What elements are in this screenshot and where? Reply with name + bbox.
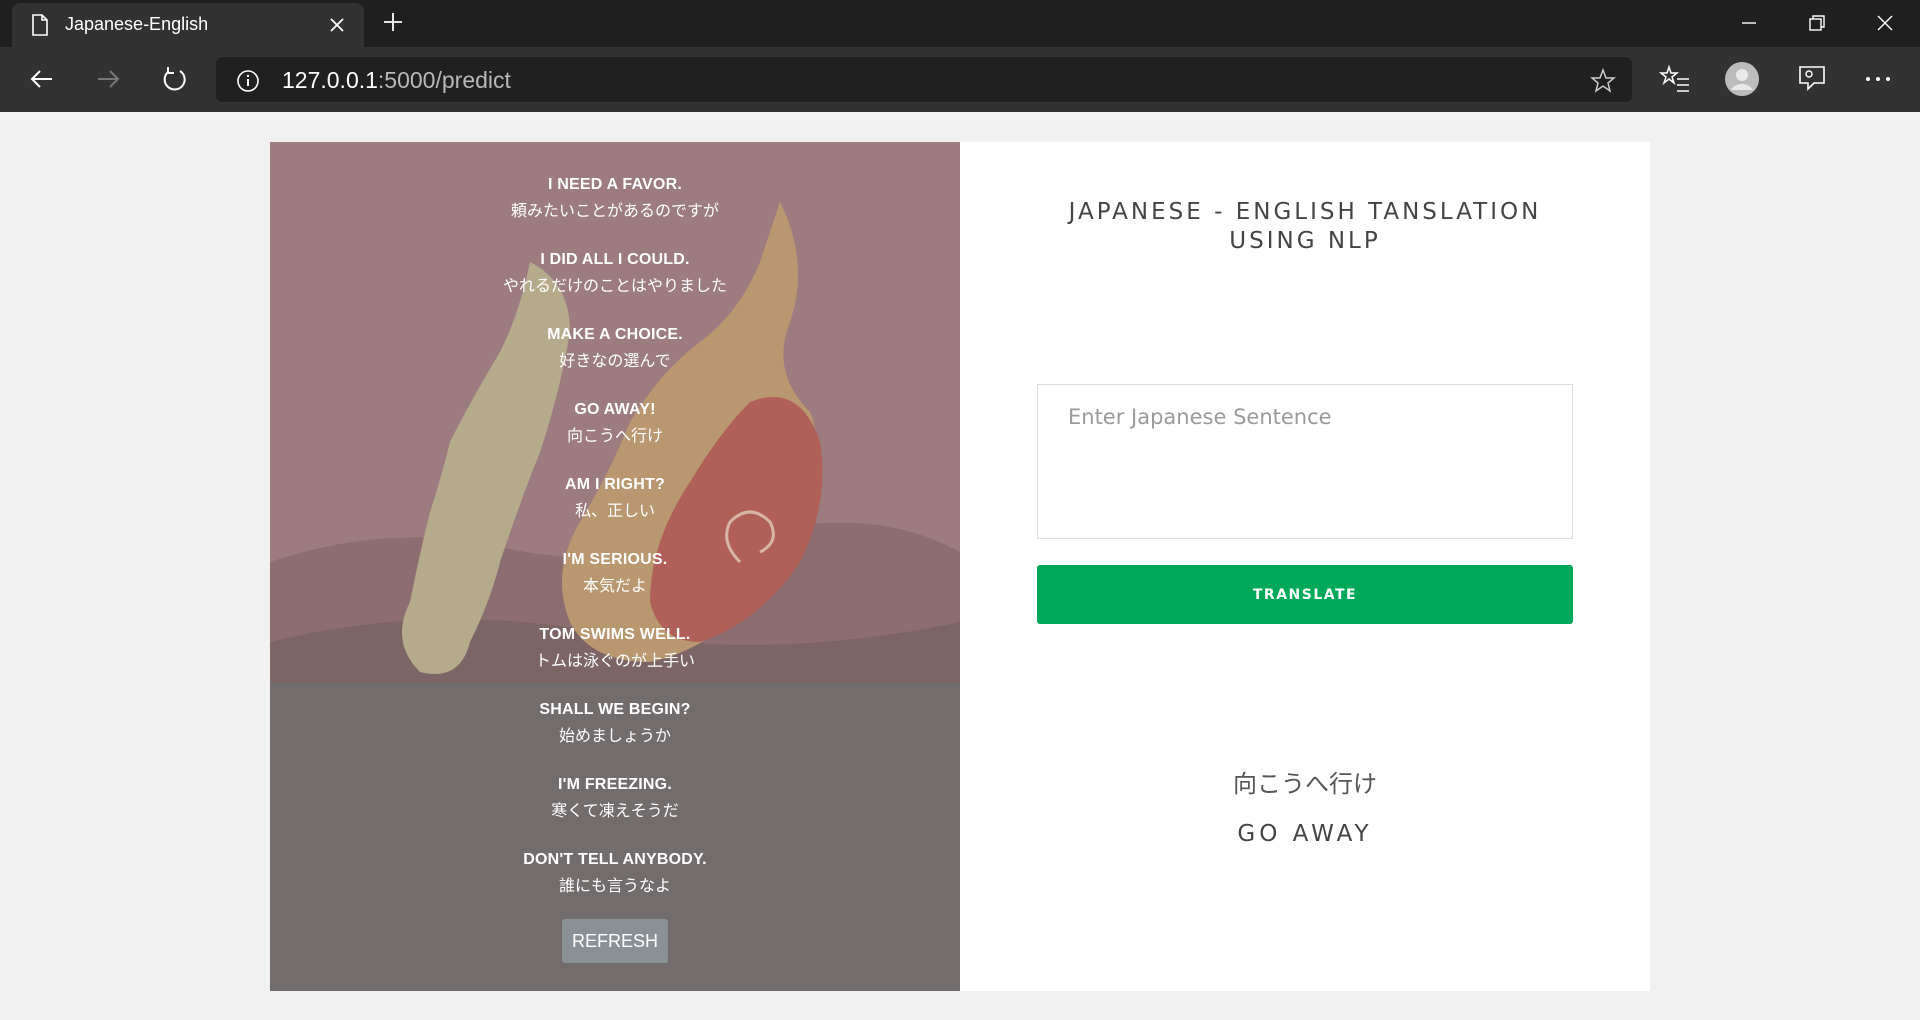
phrase-japanese: 始めましょうか	[558, 726, 671, 745]
list-item: SHALL WE BEGIN? 始めましょうか	[270, 697, 960, 772]
list-item: MAKE A CHOICE. 好きなの選んで	[270, 322, 960, 397]
list-item: GO AWAY! 向こうへ行け	[270, 397, 960, 472]
list-item: DON'T TELL ANYBODY. 誰にも言うなよ	[270, 847, 960, 922]
translate-button[interactable]: TRANSLATE	[1037, 565, 1573, 624]
more-options-icon[interactable]	[1860, 61, 1896, 97]
browser-tab[interactable]: Japanese-English	[12, 3, 364, 47]
japanese-sentence-input[interactable]	[1037, 384, 1573, 539]
translator-panel: JAPANESE - ENGLISH TANSLATION USING NLP …	[960, 142, 1650, 991]
list-item: AM I RIGHT? 私、正しい	[270, 472, 960, 547]
phrase-japanese: 私、正しい	[574, 501, 655, 520]
phrase-english: SHALL WE BEGIN?	[539, 701, 691, 718]
restore-icon[interactable]	[1802, 8, 1832, 38]
url-text[interactable]: 127.0.0.1:5000/predict	[282, 67, 511, 94]
refresh-button[interactable]: REFRESH	[562, 919, 668, 963]
tab-title: Japanese-English	[65, 14, 209, 34]
url-host: 127.0.0.1	[282, 67, 378, 93]
phrase-japanese: やれるだけのことはやりました	[502, 276, 727, 295]
address-bar[interactable]: 127.0.0.1:5000/predict	[216, 57, 1632, 102]
refresh-icon[interactable]	[158, 63, 190, 95]
browser-titlebar: Japanese-English	[0, 0, 1920, 47]
back-icon[interactable]	[26, 63, 58, 95]
close-window-icon[interactable]	[1870, 8, 1900, 38]
list-item: I'M FREEZING. 寒くて凍えそうだ	[270, 772, 960, 847]
minimize-icon[interactable]	[1734, 8, 1764, 38]
page-title-line-2: USING NLP	[1229, 228, 1381, 254]
phrase-english: MAKE A CHOICE.	[547, 326, 683, 343]
phrase-japanese: 頼みたいことがあるのですが	[510, 201, 719, 220]
site-info-icon[interactable]	[236, 69, 260, 93]
phrase-english: GO AWAY!	[574, 401, 656, 418]
profile-avatar-icon[interactable]	[1724, 61, 1760, 97]
phrase-list: I NEED A FAVOR. 頼みたいことがあるのですが I DID ALL …	[270, 172, 960, 922]
list-item: I'M SERIOUS. 本気だよ	[270, 547, 960, 622]
result-japanese: 向こうへ行け	[1233, 770, 1377, 798]
phrase-panel: I NEED A FAVOR. 頼みたいことがあるのですが I DID ALL …	[270, 142, 960, 991]
new-tab-icon[interactable]	[382, 11, 404, 33]
page-title: JAPANESE - ENGLISH TANSLATION USING NLP	[960, 198, 1650, 256]
phrase-english: I NEED A FAVOR.	[548, 176, 682, 193]
phrase-english: I'M SERIOUS.	[562, 551, 668, 568]
close-tab-icon[interactable]	[328, 16, 346, 34]
phrase-japanese: 本気だよ	[582, 576, 647, 595]
favorite-star-icon[interactable]	[1590, 68, 1616, 94]
result-english: GO AWAY	[1237, 821, 1373, 847]
phrase-english: I DID ALL I COULD.	[540, 251, 690, 268]
list-item: TOM SWIMS WELL. トムは泳ぐのが上手い	[270, 622, 960, 697]
browser-navbar: 127.0.0.1:5000/predict	[0, 47, 1920, 112]
phrase-english: TOM SWIMS WELL.	[539, 626, 691, 643]
phrase-japanese: 寒くて凍えそうだ	[551, 801, 679, 820]
phrase-english: DON'T TELL ANYBODY.	[523, 851, 707, 868]
phrase-english: I'M FREEZING.	[558, 776, 672, 793]
page-icon	[32, 14, 48, 36]
url-path: :5000/predict	[377, 67, 511, 93]
phrase-english: AM I RIGHT?	[565, 476, 665, 493]
phrase-japanese: 向こうへ行け	[566, 426, 663, 445]
forward-icon[interactable]	[92, 63, 124, 95]
phrase-japanese: 好きなの選んで	[559, 351, 671, 370]
feedback-icon[interactable]	[1794, 61, 1830, 97]
favorites-icon[interactable]	[1657, 61, 1693, 97]
list-item: I DID ALL I COULD. やれるだけのことはやりました	[270, 247, 960, 322]
phrase-japanese: トムは泳ぐのが上手い	[534, 651, 695, 670]
list-item: I NEED A FAVOR. 頼みたいことがあるのですが	[270, 172, 960, 247]
phrase-japanese: 誰にも言うなよ	[558, 876, 671, 895]
page-title-line-1: JAPANESE - ENGLISH TANSLATION	[1068, 199, 1542, 225]
